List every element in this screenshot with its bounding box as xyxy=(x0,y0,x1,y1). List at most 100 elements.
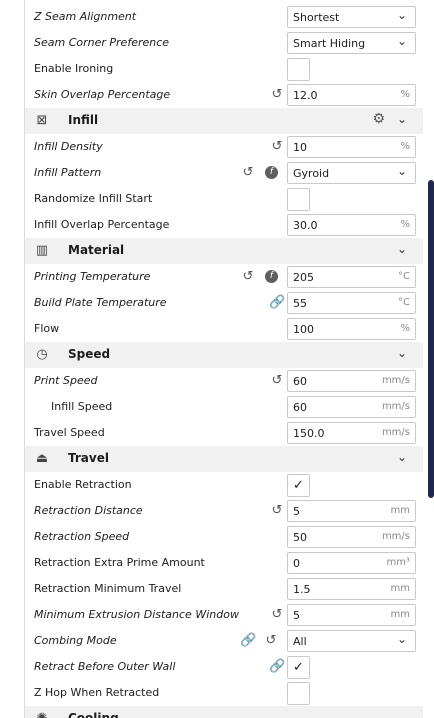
setting-row-retraction-distance: Retraction Distance ↺ 5 mm xyxy=(25,498,423,524)
build-plate-temperature-input[interactable]: 55 °C xyxy=(287,292,416,314)
setting-row-retraction-extra-prime-amount: Retraction Extra Prime Amount 0 mm³ xyxy=(25,550,423,576)
chevron-down-icon[interactable]: ⌄ xyxy=(397,112,407,126)
randomize-infill-start-checkbox[interactable] xyxy=(287,188,310,211)
category-label: Cooling xyxy=(68,711,119,718)
field-value: 60 xyxy=(293,375,307,388)
link-icon: 🔗 xyxy=(269,295,286,310)
setting-row-travel-speed: Travel Speed 150.0 mm/s xyxy=(25,420,423,446)
setting-row-retract-before-outer-wall: Retract Before Outer Wall 🔗 ✓ xyxy=(25,654,423,680)
retraction-distance-input[interactable]: 5 mm xyxy=(287,500,416,522)
setting-label: Infill Overlap Percentage xyxy=(34,218,170,231)
enable-ironing-checkbox[interactable] xyxy=(287,58,310,81)
chevron-down-icon[interactable]: ⌄ xyxy=(397,346,407,360)
field-unit: % xyxy=(400,219,410,230)
field-unit: mm/s xyxy=(381,427,410,438)
setting-label: Retraction Speed xyxy=(34,530,130,543)
setting-label: Retraction Minimum Travel xyxy=(34,582,182,595)
infill-overlap-percentage-input[interactable]: 30.0% xyxy=(287,214,416,236)
seam-corner-preference-select[interactable]: Smart Hiding ⌄ xyxy=(287,32,416,54)
chevron-down-icon[interactable]: ⌄ xyxy=(397,450,407,464)
printing-temperature-input[interactable]: 205 °C xyxy=(287,266,416,288)
category-travel[interactable]: ⏏ Travel ⌄ xyxy=(25,446,423,472)
travel-speed-input[interactable]: 150.0 mm/s xyxy=(287,422,416,444)
setting-row-enable-ironing: Enable Ironing xyxy=(25,56,423,82)
setting-row-infill-density: Infill Density ↺ 10% xyxy=(25,134,423,160)
chevron-down-icon[interactable]: ⌄ xyxy=(397,242,407,256)
field-value: Smart Hiding xyxy=(293,37,366,50)
setting-label: Seam Corner Preference xyxy=(34,36,170,49)
reset-icon[interactable]: ↺ xyxy=(269,503,285,519)
travel-icon: ⏏ xyxy=(35,451,49,466)
reset-icon[interactable]: ↺ xyxy=(263,633,279,649)
setting-label: Z Seam Alignment xyxy=(34,10,137,23)
minimum-extrusion-distance-window-input[interactable]: 5 mm xyxy=(287,604,416,626)
category-label: Speed xyxy=(68,347,111,361)
field-unit: mm³ xyxy=(386,557,411,568)
field-value: 150.0 xyxy=(293,427,325,440)
field-value: 60 xyxy=(293,401,307,414)
setting-label: Z Hop When Retracted xyxy=(34,686,160,699)
retract-before-outer-wall-checkbox[interactable]: ✓ xyxy=(287,656,310,679)
infill-icon: ⊠ xyxy=(36,113,48,128)
reset-icon[interactable]: ↺ xyxy=(269,87,285,103)
enable-retraction-checkbox[interactable]: ✓ xyxy=(287,474,310,497)
retraction-speed-input[interactable]: 50 mm/s xyxy=(287,526,416,548)
setting-row-retraction-speed: Retraction Speed 50 mm/s xyxy=(25,524,423,550)
category-cooling[interactable]: ✺ Cooling ⌄ xyxy=(25,706,423,718)
category-infill[interactable]: ⊠ Infill ⚙ ⌄ xyxy=(25,108,423,134)
setting-row-infill-speed: Infill Speed 60 mm/s xyxy=(25,394,423,420)
reset-icon[interactable]: ↺ xyxy=(269,373,285,389)
field-value: 30.0 xyxy=(293,219,318,232)
gear-icon[interactable]: ⚙ xyxy=(372,111,385,127)
field-value: 12.0 xyxy=(293,89,318,102)
print-speed-input[interactable]: 60 mm/s xyxy=(287,370,416,392)
infill-speed-input[interactable]: 60 mm/s xyxy=(287,396,416,418)
reset-icon[interactable]: ↺ xyxy=(240,269,256,285)
z-seam-alignment-select[interactable]: Shortest ⌄ xyxy=(287,6,416,28)
setting-row-infill-pattern: Infill Pattern ↺ f Gyroid ⌄ xyxy=(25,160,423,186)
field-unit: mm/s xyxy=(381,531,410,542)
setting-label: Printing Temperature xyxy=(34,270,151,283)
combing-mode-select[interactable]: All ⌄ xyxy=(287,630,416,652)
category-label: Infill xyxy=(68,113,99,127)
skin-overlap-percentage-input[interactable]: 12.0% xyxy=(287,84,416,106)
field-unit: mm xyxy=(390,505,410,516)
setting-row-enable-retraction: Enable Retraction ✓ xyxy=(25,472,423,498)
setting-row-skin-overlap-percentage: Skin Overlap Percentage ↺ 12.0% xyxy=(25,82,423,108)
reset-icon[interactable]: ↺ xyxy=(240,165,256,181)
material-icon: ▥ xyxy=(35,243,49,258)
cooling-icon: ✺ xyxy=(33,710,51,718)
setting-row-z-seam-alignment: Z Seam Alignment Shortest ⌄ xyxy=(25,4,423,30)
flow-input[interactable]: 100% xyxy=(287,318,416,340)
z-hop-when-retracted-checkbox[interactable] xyxy=(287,682,310,705)
link-icon: 🔗 xyxy=(240,633,257,648)
setting-label: Infill Speed xyxy=(51,400,113,413)
chevron-down-icon[interactable]: ⌄ xyxy=(397,710,407,718)
reset-icon[interactable]: ↺ xyxy=(269,607,285,623)
infill-pattern-select[interactable]: Gyroid ⌄ xyxy=(287,162,416,184)
setting-label: Build Plate Temperature xyxy=(34,296,167,309)
field-value: All xyxy=(293,635,307,648)
field-unit: °C xyxy=(398,297,410,308)
field-value: 5 xyxy=(293,505,300,518)
scrollbar-thumb[interactable] xyxy=(428,180,434,498)
field-value: Shortest xyxy=(293,11,340,24)
setting-row-seam-corner-preference: Seam Corner Preference Smart Hiding ⌄ xyxy=(25,30,423,56)
category-label: Material xyxy=(68,243,125,257)
category-speed[interactable]: ◷ Speed ⌄ xyxy=(25,342,423,368)
field-unit: % xyxy=(400,141,410,152)
setting-label: Enable Retraction xyxy=(34,478,132,491)
category-material[interactable]: ▥ Material ⌄ xyxy=(25,238,423,264)
setting-label: Infill Pattern xyxy=(34,166,102,179)
field-value: 50 xyxy=(293,531,307,544)
retraction-extra-prime-amount-input[interactable]: 0 mm³ xyxy=(287,552,416,574)
function-icon: f xyxy=(265,166,278,179)
field-value: 5 xyxy=(293,609,300,622)
chevron-down-icon: ⌄ xyxy=(396,34,407,48)
infill-density-input[interactable]: 10% xyxy=(287,136,416,158)
function-icon: f xyxy=(265,270,278,283)
setting-label: Retract Before Outer Wall xyxy=(34,660,176,673)
reset-icon[interactable]: ↺ xyxy=(269,139,285,155)
retraction-minimum-travel-input[interactable]: 1.5 mm xyxy=(287,578,416,600)
field-unit: mm/s xyxy=(381,401,410,412)
